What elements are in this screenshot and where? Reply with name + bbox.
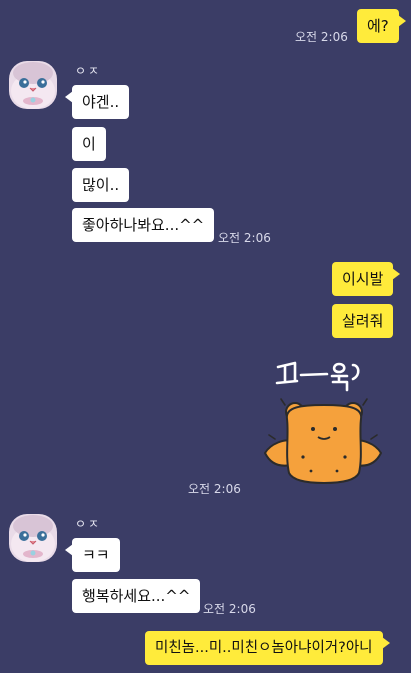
message-time: 오전 2:06 bbox=[188, 482, 241, 496]
incoming-message[interactable]: 야겐.. bbox=[64, 85, 130, 119]
character-avatar-icon bbox=[9, 514, 57, 562]
outgoing-message[interactable]: 이시발 bbox=[332, 262, 401, 296]
outgoing-message[interactable]: 살려줘 bbox=[332, 304, 394, 338]
outgoing-message[interactable]: 미친놈...미..미친ㅇ놈아냐이거?아니 bbox=[145, 631, 390, 665]
incoming-message[interactable]: 행복하세요...^^ bbox=[72, 579, 201, 613]
chat-room: 오전 2:06 에? ㅇㅈ 야겐.. 이 많이.. 좋아하나봐요...^^ 오전… bbox=[0, 0, 411, 673]
outgoing-message[interactable]: 에? bbox=[357, 9, 406, 43]
bear-sticker-icon bbox=[264, 361, 382, 484]
incoming-message[interactable]: 좋아하나봐요...^^ bbox=[72, 208, 215, 242]
message-time: 오전 2:06 bbox=[203, 602, 256, 616]
character-avatar-icon bbox=[9, 61, 57, 109]
avatar[interactable] bbox=[9, 514, 57, 562]
sender-name: ㅇㅈ bbox=[75, 64, 102, 78]
sender-name: ㅇㅈ bbox=[75, 517, 102, 531]
incoming-message[interactable]: 이 bbox=[72, 127, 106, 161]
message-time: 오전 2:06 bbox=[295, 30, 348, 44]
incoming-message[interactable]: ㅋㅋ bbox=[65, 538, 120, 572]
incoming-message[interactable]: 많이.. bbox=[72, 168, 130, 202]
avatar[interactable] bbox=[9, 61, 57, 109]
bear-sticker[interactable] bbox=[255, 345, 390, 493]
message-time: 오전 2:06 bbox=[218, 231, 271, 245]
